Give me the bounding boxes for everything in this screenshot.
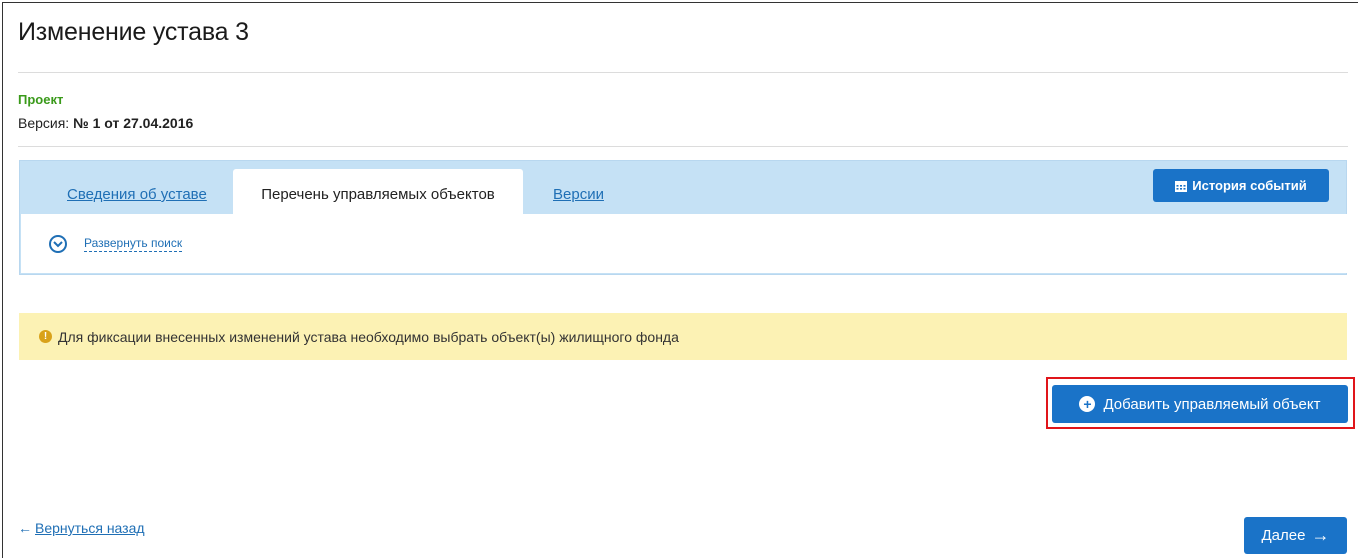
version-label: Версия: — [18, 115, 70, 131]
tab-panel: Сведения об уставе Перечень управляемых … — [19, 160, 1347, 275]
next-button-label: Далее — [1261, 527, 1306, 544]
chevron-down-circle-icon[interactable] — [49, 235, 67, 253]
history-button-label: История событий — [1192, 178, 1307, 193]
tab-charter-info[interactable]: Сведения об уставе — [67, 169, 207, 214]
back-link-label: Вернуться назад — [35, 520, 145, 536]
add-button-label: Добавить управляемый объект — [1103, 395, 1321, 413]
tab-managed-objects[interactable]: Перечень управляемых объектов — [233, 169, 523, 214]
version-info: Версия: № 1 от 27.04.2016 — [18, 115, 193, 131]
history-button[interactable]: История событий — [1153, 169, 1329, 202]
calendar-icon — [1175, 180, 1188, 192]
back-link[interactable]: ← Вернуться назад — [18, 520, 145, 536]
divider — [18, 72, 1348, 73]
tab-label[interactable]: Версии — [553, 186, 604, 203]
add-managed-object-button[interactable]: + Добавить управляемый объект — [1052, 385, 1348, 423]
arrow-right-icon: → — [1311, 525, 1330, 545]
page-frame — [2, 2, 1358, 558]
tab-label[interactable]: Сведения об уставе — [67, 186, 207, 203]
arrow-left-icon: ← — [18, 520, 32, 536]
status-label: Проект — [18, 92, 64, 107]
tab-content: Развернуть поиск — [21, 214, 1347, 273]
plus-circle-icon: + — [1079, 396, 1096, 412]
tab-label: Перечень управляемых объектов — [261, 186, 495, 203]
version-value: № 1 от 27.04.2016 — [73, 115, 194, 131]
next-button[interactable]: Далее → — [1244, 517, 1347, 554]
divider — [18, 146, 1348, 147]
warning-alert: ! Для фиксации внесенных изменений устав… — [19, 313, 1347, 360]
exclamation-circle-icon: ! — [39, 330, 52, 343]
tab-versions[interactable]: Версии — [553, 169, 604, 214]
page-title: Изменение устава 3 — [18, 18, 249, 46]
expand-search-link[interactable]: Развернуть поиск — [84, 236, 183, 252]
alert-text: Для фиксации внесенных изменений устава … — [58, 328, 679, 345]
